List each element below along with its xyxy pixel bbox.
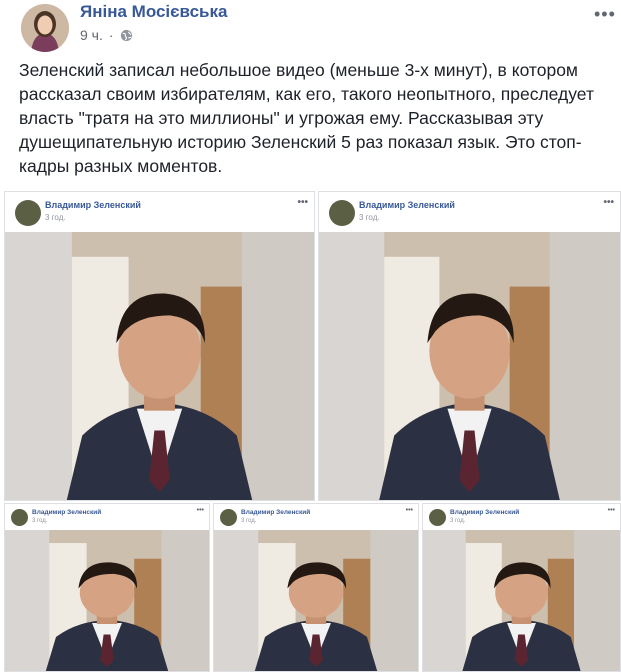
frame-time: 3 год. <box>45 213 66 222</box>
post-meta: 9 ч. · <box>80 27 133 43</box>
person-still-image <box>319 232 620 500</box>
video-frame[interactable]: Владимир Зеленский 3 год. ••• <box>4 191 315 501</box>
person-still-image <box>423 530 620 671</box>
frame-avatar <box>329 200 355 226</box>
person-still-image <box>214 530 418 671</box>
frame-avatar <box>11 509 28 526</box>
avatar-image <box>21 4 69 52</box>
video-still <box>5 232 314 500</box>
frame-avatar <box>220 509 237 526</box>
post-text: Зеленский записал небольшое видео (меньш… <box>19 60 594 176</box>
frame-author: Владимир Зеленский <box>450 509 520 516</box>
frame-author: Владимир Зеленский <box>359 200 455 210</box>
person-still-image <box>5 530 209 671</box>
video-still <box>214 530 418 671</box>
frame-header: Владимир Зеленский 3 год. ••• <box>319 192 620 232</box>
frame-time: 3 год. <box>359 213 380 222</box>
frame-time: 3 год. <box>32 518 48 524</box>
author-avatar[interactable] <box>21 4 69 52</box>
video-frame[interactable]: Владимир Зеленский 3 год. ••• <box>4 503 210 672</box>
frame-author: Владимир Зеленский <box>32 509 102 516</box>
frame-header: Владимир Зеленский 3 год. ••• <box>5 192 314 232</box>
video-frame[interactable]: Владимир Зеленский 3 год. ••• <box>422 503 621 672</box>
video-still <box>319 232 620 500</box>
dot-separator: · <box>108 27 114 43</box>
globe-icon[interactable] <box>120 29 133 42</box>
more-options-icon: ••• <box>405 507 413 514</box>
frame-header: Владимир Зеленский 3 год. ••• <box>5 504 209 530</box>
video-frame[interactable]: Владимир Зеленский 3 год. ••• <box>213 503 419 672</box>
author-name[interactable]: Яніна Мосієвська <box>80 2 227 22</box>
video-still <box>5 530 209 671</box>
frame-author: Владимир Зеленский <box>45 200 141 210</box>
frame-header: Владимир Зеленский 3 год. ••• <box>214 504 418 530</box>
frame-time: 3 год. <box>241 518 257 524</box>
video-frame[interactable]: Владимир Зеленский 3 год. ••• <box>318 191 621 501</box>
more-options-icon: ••• <box>297 197 308 208</box>
frame-author: Владимир Зеленский <box>241 509 311 516</box>
frame-header: Владимир Зеленский 3 год. ••• <box>423 504 620 530</box>
post-time[interactable]: 9 ч. <box>80 27 103 43</box>
video-still <box>423 530 620 671</box>
more-options-icon: ••• <box>607 507 615 514</box>
more-options-icon: ••• <box>603 197 614 208</box>
person-still-image <box>5 232 314 500</box>
frame-avatar <box>15 200 41 226</box>
frame-time: 3 год. <box>450 518 466 524</box>
frame-avatar <box>429 509 446 526</box>
post-header: Яніна Мосієвська 9 ч. · ••• <box>0 0 621 60</box>
more-options-icon[interactable]: ••• <box>594 4 616 25</box>
more-options-icon: ••• <box>196 507 204 514</box>
